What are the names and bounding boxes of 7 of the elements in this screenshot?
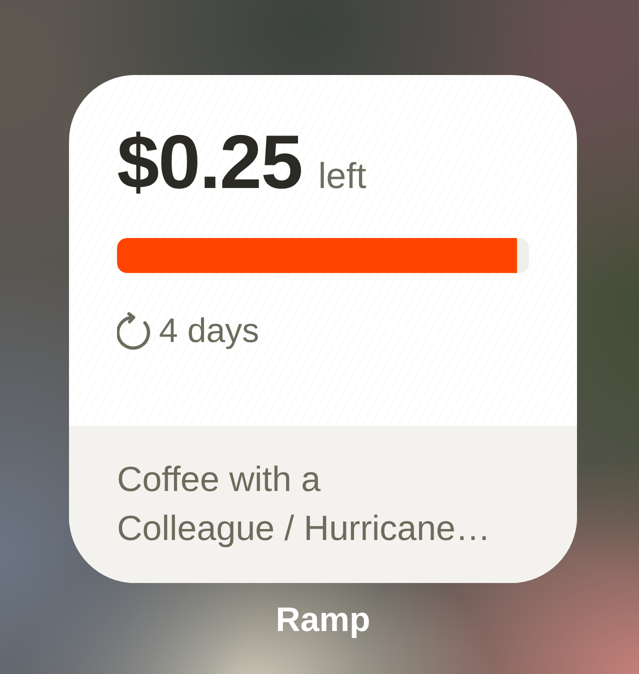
amount-text: $0.25 [117,125,302,201]
description-text: Coffee with a Colleague / Hurricane… [117,459,492,550]
reset-period-text: 4 days [159,314,260,348]
amount-suffix-text: left [318,158,366,194]
refresh-icon [117,312,151,350]
widget-card[interactable]: $0.25 left 4 days Coffee with a Colleague / Hurricane… [69,75,577,583]
app-label: Ramp [276,603,370,637]
